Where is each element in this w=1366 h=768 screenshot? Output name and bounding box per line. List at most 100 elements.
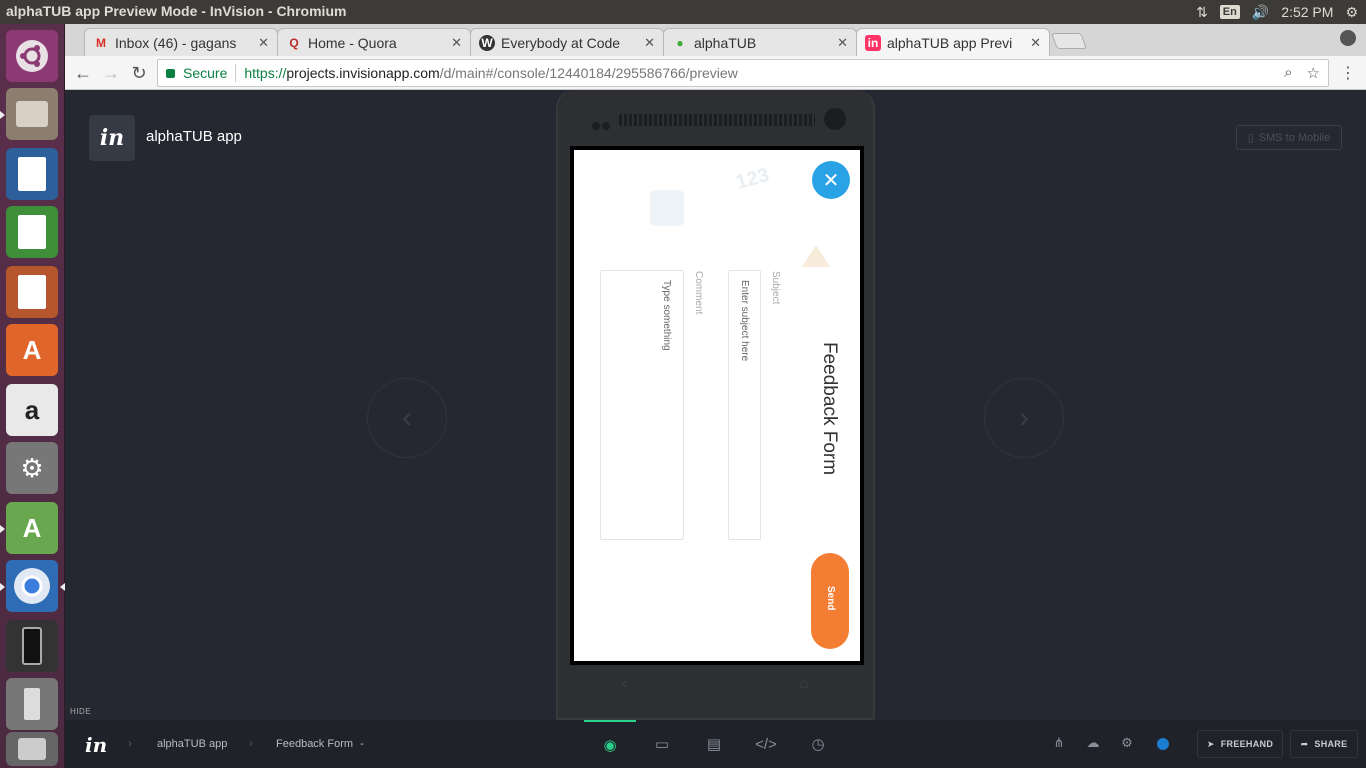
close-icon: ✕	[822, 169, 840, 192]
power-gear-icon[interactable]: ⚙	[1345, 4, 1358, 21]
impress-app-icon[interactable]	[6, 266, 58, 318]
phone-frame: 123 ✕ Feedback Form Subject Enter subjec…	[556, 90, 875, 720]
build-mode-button[interactable]: ▭	[636, 720, 688, 768]
share-network-icon[interactable]: ⋔	[1050, 735, 1068, 753]
close-icon[interactable]: ✕	[258, 35, 269, 51]
android-studio-icon[interactable]: A	[0, 502, 58, 554]
comment-icon: ▤	[706, 736, 722, 753]
chevron-right-icon: ›	[249, 736, 253, 750]
alphatub-icon: ●	[676, 35, 684, 50]
share-button[interactable]: ➦ SHARE	[1290, 730, 1358, 758]
network-icon[interactable]: ⇅	[1196, 4, 1208, 21]
close-form-button[interactable]: ✕	[812, 161, 850, 199]
phone-app-icon[interactable]	[6, 620, 58, 672]
calc-app-icon[interactable]	[6, 206, 58, 258]
tab-label: alphaTUB	[694, 34, 757, 51]
browser-tab-strip: M Inbox (46) - gagans ✕ Q Home - Quora ✕…	[65, 24, 1366, 56]
tab-invision-preview[interactable]: in alphaTUB app Previ ✕	[856, 28, 1050, 56]
phone-back-icon: ‹	[622, 675, 628, 692]
send-label: Send	[825, 586, 836, 611]
chevron-right-icon: ›	[128, 736, 132, 750]
inspect-mode-button[interactable]: </>	[740, 720, 792, 768]
chevron-left-icon: ‹	[402, 401, 412, 434]
hide-toolbar-button[interactable]: HIDE	[70, 707, 91, 716]
amazon-app-icon[interactable]: a	[6, 384, 58, 436]
feedback-form-screen: 123 ✕ Feedback Form Subject Enter subjec…	[574, 150, 860, 661]
breadcrumb-screen[interactable]: Feedback Form	[276, 738, 353, 750]
url-host: projects.invisionapp.com	[286, 65, 440, 81]
tab-label: Home - Quora	[308, 34, 397, 51]
invision-logo[interactable]: in	[85, 733, 107, 757]
close-icon[interactable]: ✕	[644, 35, 655, 51]
software-center-icon[interactable]: A	[6, 324, 58, 376]
system-top-bar: alphaTUB app Preview Mode - InVision - C…	[0, 0, 1366, 24]
preview-mode-button[interactable]: ◉	[584, 720, 636, 768]
url-path: /d/main#/console/12440184/295586766/prev…	[439, 65, 738, 81]
sms-to-mobile-button[interactable]: ▯ SMS to Mobile	[1236, 125, 1342, 150]
volume-icon[interactable]: 🔊	[1252, 4, 1269, 21]
phone-sensors	[592, 117, 612, 130]
freehand-button[interactable]: ➤ FREEHAND	[1197, 730, 1283, 758]
close-icon[interactable]: ✕	[837, 35, 848, 51]
trash-icon[interactable]	[6, 732, 58, 766]
reload-icon[interactable]: ↻	[128, 62, 150, 84]
comment-label: Comment	[693, 271, 704, 315]
share-arrow-icon: ➦	[1300, 738, 1309, 749]
wordpress-icon: W	[479, 34, 495, 51]
history-mode-button[interactable]: ◷	[792, 720, 844, 768]
eye-icon: ◉	[603, 737, 617, 754]
comment-mode-button[interactable]: ▤	[688, 720, 740, 768]
settings-gear-icon[interactable]: ⚙	[1118, 735, 1136, 753]
usb-drive-icon[interactable]	[6, 678, 58, 730]
zoom-icon[interactable]: ⌕	[1284, 64, 1292, 82]
breadcrumb-project[interactable]: alphaTUB app	[157, 738, 227, 750]
bookmark-star-icon[interactable]: ☆	[1307, 64, 1320, 82]
writer-app-icon[interactable]	[6, 148, 58, 200]
secure-label: Secure	[183, 65, 228, 81]
address-bar[interactable]: Secure https:// projects.invisionapp.com…	[157, 59, 1329, 87]
gmail-icon: M	[96, 35, 106, 50]
share-label: SHARE	[1314, 739, 1348, 749]
phone-speaker	[619, 114, 815, 126]
tab-alphatub[interactable]: ● alphaTUB ✕	[663, 28, 857, 56]
system-settings-icon[interactable]: ⚙	[6, 442, 58, 494]
sms-label: SMS to Mobile	[1258, 131, 1331, 144]
tab-label: Everybody at Code	[501, 34, 621, 51]
phone-camera	[824, 108, 846, 130]
screen-select-icon: ▭	[654, 736, 670, 753]
chromium-app-icon[interactable]	[0, 560, 65, 612]
profile-icon[interactable]	[1340, 30, 1356, 46]
divider	[235, 64, 237, 82]
comment-placeholder: Type something	[661, 280, 672, 351]
status-indicator[interactable]	[1157, 738, 1169, 750]
sync-cloud-icon[interactable]: ☁	[1084, 735, 1102, 753]
tab-label: Inbox (46) - gagans	[115, 34, 237, 51]
phone-screen: 123 ✕ Feedback Form Subject Enter subjec…	[570, 146, 864, 665]
window-title: alphaTUB app Preview Mode - InVision - C…	[6, 3, 347, 19]
project-logo[interactable]: in	[89, 115, 135, 161]
files-app-icon[interactable]	[0, 88, 58, 140]
ubuntu-dash-icon[interactable]	[6, 30, 58, 82]
tab-quora[interactable]: Q Home - Quora ✕	[277, 28, 471, 56]
close-icon[interactable]: ✕	[1030, 35, 1041, 51]
code-icon: </>	[755, 735, 777, 753]
backpack-doodle-icon	[650, 190, 684, 226]
tab-gmail[interactable]: M Inbox (46) - gagans ✕	[84, 28, 278, 56]
next-screen-button[interactable]: ›	[984, 378, 1064, 458]
close-icon[interactable]: ✕	[451, 35, 462, 51]
screen-dropdown-indicator[interactable]: -	[360, 738, 364, 750]
phone-home-icon: ⌂	[799, 675, 809, 692]
back-arrow-icon[interactable]: ←	[72, 62, 94, 84]
subject-placeholder: Enter subject here	[739, 280, 750, 362]
new-tab-button[interactable]	[1051, 33, 1087, 49]
mobile-icon: ▯	[1247, 132, 1254, 144]
form-title: Feedback Form	[819, 342, 840, 476]
previous-screen-button[interactable]: ‹	[367, 378, 447, 458]
tab-codeacademy[interactable]: W Everybody at Code ✕	[470, 28, 664, 56]
tab-label: alphaTUB app Previ	[887, 34, 1013, 51]
cursor-icon: ➤	[1206, 738, 1215, 749]
forward-arrow-icon[interactable]: →	[100, 62, 122, 84]
browser-menu-icon[interactable]: ⋮	[1340, 63, 1356, 83]
clock[interactable]: 2:52 PM	[1281, 4, 1333, 20]
keyboard-layout-indicator[interactable]: En	[1219, 5, 1240, 19]
